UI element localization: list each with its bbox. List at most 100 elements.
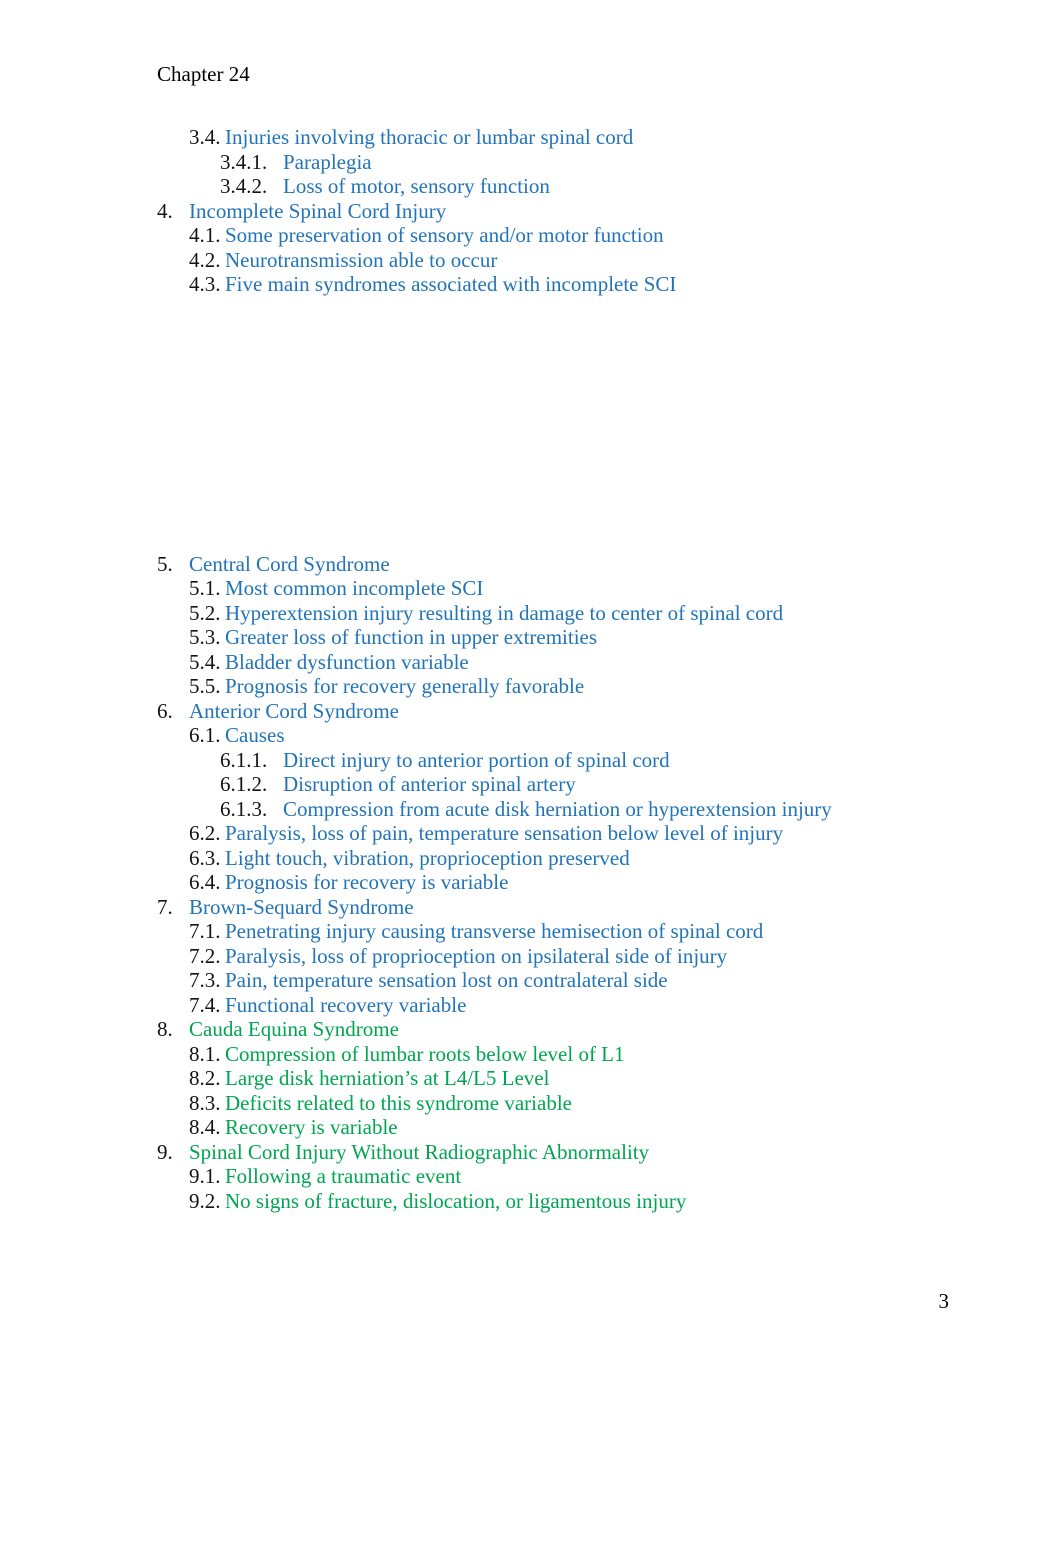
outline-item: 3.4. Injuries involving thoracic or lumba… [0, 125, 1062, 150]
outline-item: 8.2. Large disk herniation’s at L4/L5 Lev… [0, 1066, 1062, 1091]
outline-item-text: Some preservation of sensory and/or moto… [225, 223, 664, 247]
outline-item-text: Pain, temperature sensation lost on cont… [225, 968, 668, 992]
outline-item: 9. Spinal Cord Injury Without Radiographi… [0, 1140, 1062, 1165]
outline-item-text: Spinal Cord Injury Without Radiographic … [189, 1139, 650, 1164]
outline-item: 5. Central Cord Syndrome [0, 552, 1062, 577]
outline-item: 7.2. Paralysis, loss of proprioception on… [0, 944, 1062, 969]
outline-item-text: Five main syndromes associated with inco… [225, 272, 677, 296]
outline-item-number: 6.1.2. [220, 772, 268, 796]
outline-item: 8.3. Deficits related to this syndrome va… [0, 1091, 1062, 1116]
outline-item: 5.1. Most common incomplete SCI [0, 576, 1062, 601]
outline-item-number: 6.1.1. [220, 747, 268, 772]
outline-item-text: Greater loss of function in upper extrem… [225, 625, 598, 649]
outline-item-text: Loss of motor, sensory function [283, 174, 550, 198]
outline-item-number: 6. [157, 698, 173, 723]
outline-item: 4.3. Five main syndromes associated with … [0, 272, 1062, 297]
outline-item: 7.3. Pain, temperature sensation lost on … [0, 968, 1062, 993]
outline-item-number: 7.4. [189, 992, 221, 1017]
outline-group-before-gap: 3.4. Injuries involving thoracic or lumba… [0, 125, 1062, 297]
outline-item-text: Most common incomplete SCI [225, 576, 484, 600]
outline-item: 9.1. Following a traumatic event [0, 1164, 1062, 1189]
outline-item: 6.4. Prognosis for recovery is variable [0, 870, 1062, 895]
outline-item-number: 8.3. [189, 1090, 221, 1115]
outline-item-number: 3.4.1. [220, 149, 268, 174]
outline-item: 8.1. Compression of lumbar roots below le… [0, 1042, 1062, 1067]
outline-item-number: 5. [157, 551, 173, 576]
outline-item-text: Direct injury to anterior portion of spi… [283, 747, 670, 772]
outline-group-after-gap: 5. Central Cord Syndrome 5.1. Most common i… [0, 552, 1062, 1214]
outline-item-text: Recovery is variable [225, 1115, 398, 1139]
outline-item-number: 5.1. [189, 576, 221, 600]
outline-item: 6.2. Paralysis, loss of pain, temperature… [0, 821, 1062, 846]
outline-item: 3.4.2. Loss of motor, sensory function [0, 174, 1062, 199]
outline-item-number: 6.1.3. [220, 796, 268, 821]
outline-item-number: 7.1. [189, 919, 221, 943]
outline-item-number: 7.2. [189, 943, 221, 968]
outline-item-number: 5.3. [189, 625, 221, 649]
outline-item-number: 8.4. [189, 1115, 221, 1139]
outline-item: 4.2. Neurotransmission able to occur [0, 248, 1062, 273]
outline-item-number: 4.1. [189, 223, 221, 247]
outline-item-text: Penetrating injury causing transverse he… [225, 919, 764, 943]
outline-item-text: No signs of fracture, dislocation, or li… [225, 1188, 687, 1213]
outline-item: 6.1.1. Direct injury to anterior portion … [0, 748, 1062, 773]
outline-item-text: Anterior Cord Syndrome [189, 698, 399, 723]
outline-item-number: 4.2. [189, 247, 221, 272]
outline-item: 9.2. No signs of fracture, dislocation, o… [0, 1189, 1062, 1214]
outline-item-number: 6.1. [189, 723, 221, 747]
outline-item-text: Following a traumatic event [225, 1164, 462, 1188]
outline-item: 5.2. Hyperextension injury resulting in d… [0, 601, 1062, 626]
document-page: Chapter 24 3.4. Injuries involving thorac… [0, 0, 1062, 1561]
outline-item-text: Compression from acute disk herniation o… [283, 796, 832, 821]
outline-item-text: Brown-Sequard Syndrome [189, 894, 414, 919]
outline-item-number: 9.2. [189, 1188, 221, 1213]
outline-item-text: Prognosis for recovery generally favorab… [225, 674, 585, 698]
outline-item-text: Paraplegia [283, 149, 372, 174]
outline-item: 7.4. Functional recovery variable [0, 993, 1062, 1018]
outline-item-text: Large disk herniation’s at L4/L5 Level [225, 1066, 550, 1090]
outline-item-number: 4. [157, 198, 173, 223]
page-header: Chapter 24 [157, 62, 250, 86]
outline-item: 8.4. Recovery is variable [0, 1115, 1062, 1140]
outline-item-number: 7. [157, 894, 173, 919]
outline-body: 3.4. Injuries involving thoracic or lumba… [0, 125, 1062, 1213]
outline-item-number: 3.4.2. [220, 174, 268, 198]
outline-item-text: Compression of lumbar roots below level … [225, 1041, 625, 1066]
outline-item-number: 5.5. [189, 674, 221, 698]
outline-item-text: Cauda Equina Syndrome [189, 1017, 399, 1041]
outline-item-text: Functional recovery variable [225, 992, 467, 1017]
outline-item-text: Incomplete Spinal Cord Injury [189, 198, 447, 223]
outline-item-number: 6.3. [189, 845, 221, 870]
blank-spacer [0, 297, 1062, 552]
outline-item: 7. Brown-Sequard Syndrome [0, 895, 1062, 920]
outline-item: 4.1. Some preservation of sensory and/or … [0, 223, 1062, 248]
outline-item-text: Causes [225, 723, 285, 747]
outline-item-number: 7.3. [189, 968, 221, 992]
outline-item-number: 9.1. [189, 1164, 221, 1188]
outline-item-number: 6.4. [189, 870, 221, 894]
outline-item: 4. Incomplete Spinal Cord Injury [0, 199, 1062, 224]
outline-item: 6.3. Light touch, vibration, propriocepti… [0, 846, 1062, 871]
outline-item: 6.1. Causes [0, 723, 1062, 748]
outline-item: 5.3. Greater loss of function in upper ex… [0, 625, 1062, 650]
outline-item: 6.1.2. Disruption of anterior spinal arte… [0, 772, 1062, 797]
outline-item-text: Injuries involving thoracic or lumbar sp… [225, 125, 634, 149]
page-number: 3 [938, 1289, 950, 1313]
outline-item: 8. Cauda Equina Syndrome [0, 1017, 1062, 1042]
outline-item-number: 8.2. [189, 1066, 221, 1090]
outline-item: 6. Anterior Cord Syndrome [0, 699, 1062, 724]
outline-item-number: 4.3. [189, 272, 221, 296]
outline-item: 5.4. Bladder dysfunction variable [0, 650, 1062, 675]
outline-item: 6.1.3. Compression from acute disk hernia… [0, 797, 1062, 822]
outline-item-text: Neurotransmission able to occur [225, 247, 498, 272]
outline-item-text: Paralysis, loss of proprioception on ips… [225, 943, 728, 968]
outline-item-number: 8.1. [189, 1041, 221, 1066]
outline-item-text: Bladder dysfunction variable [225, 649, 469, 674]
outline-item-number: 5.2. [189, 600, 221, 625]
outline-item-text: Disruption of anterior spinal artery [283, 772, 576, 796]
outline-item-number: 8. [157, 1017, 173, 1041]
outline-item: 3.4.1. Paraplegia [0, 150, 1062, 175]
outline-item-text: Hyperextension injury resulting in damag… [225, 600, 784, 625]
outline-item-number: 6.2. [189, 821, 221, 845]
outline-item-number: 5.4. [189, 649, 221, 674]
